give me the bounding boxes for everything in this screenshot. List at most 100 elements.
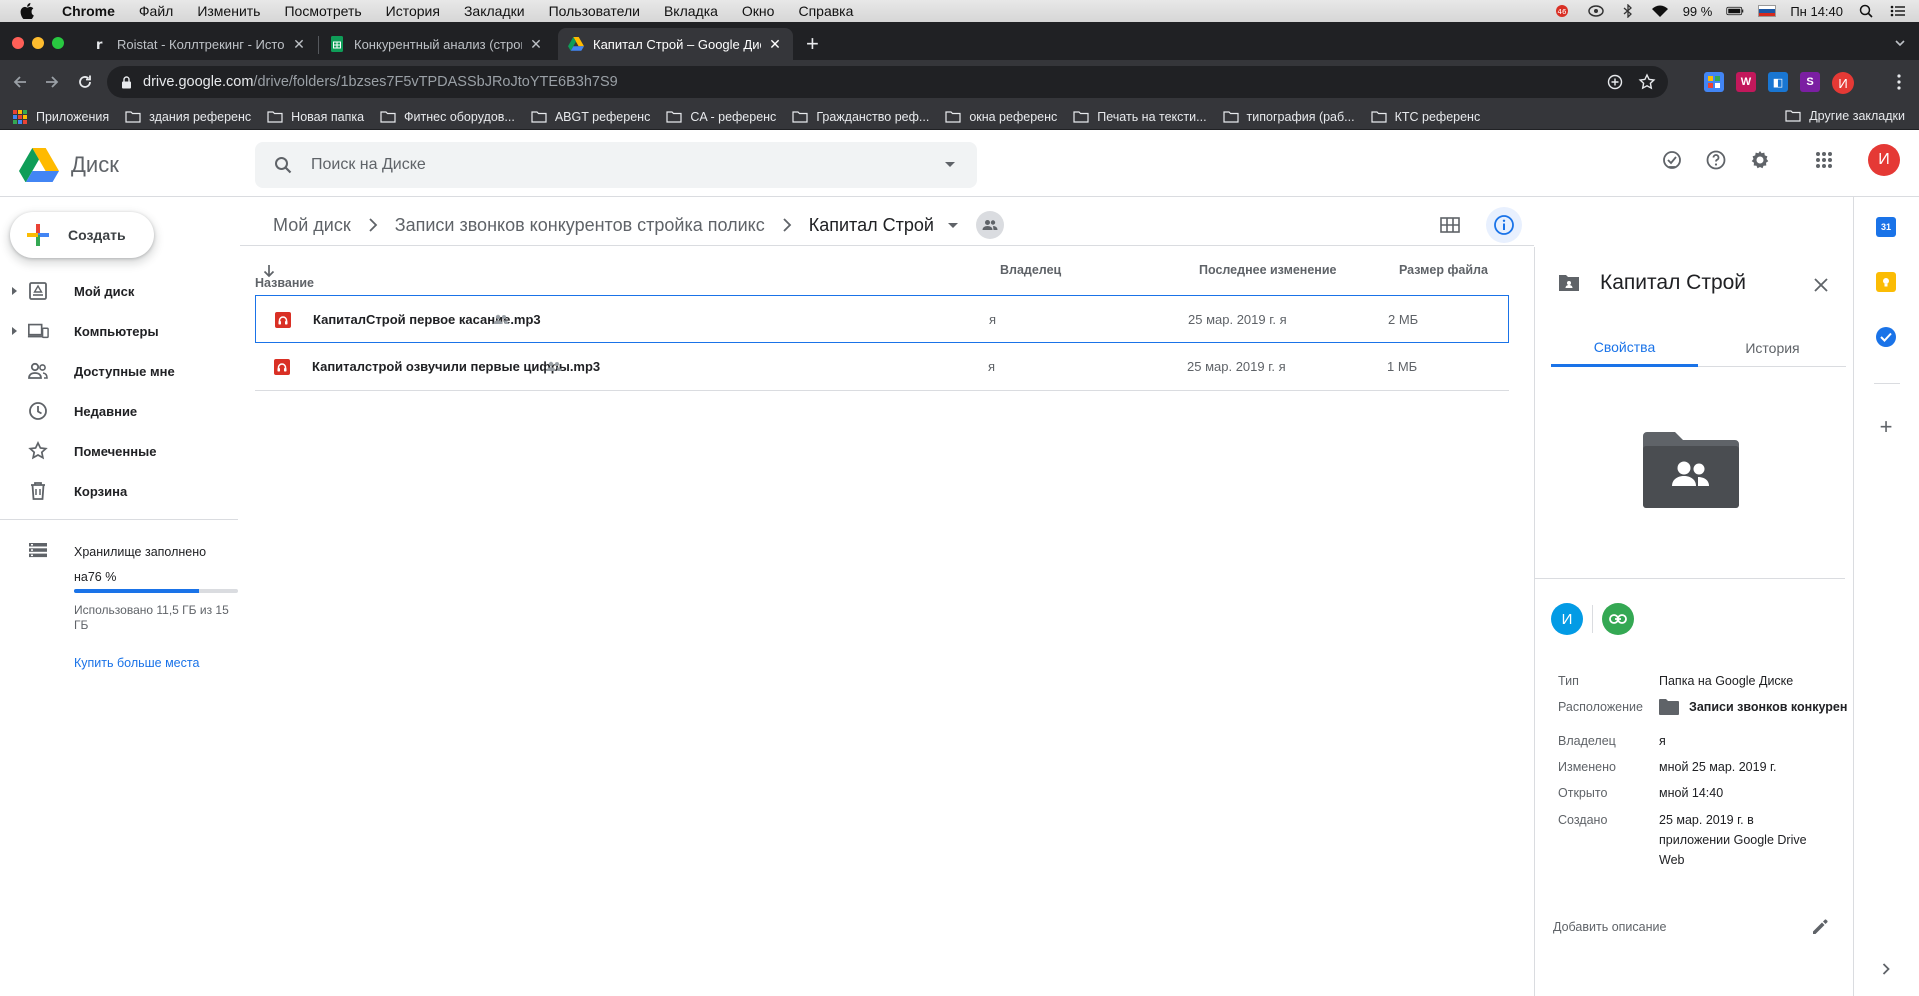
offline-ready-icon[interactable] (1660, 148, 1684, 172)
lock-icon[interactable] (119, 75, 133, 89)
extension-4-icon[interactable]: S (1800, 72, 1820, 92)
chevron-right-icon[interactable] (1878, 961, 1894, 977)
pencil-edit-icon[interactable] (1809, 916, 1831, 938)
keep-icon[interactable] (1876, 272, 1896, 292)
expand-arrow-icon[interactable] (12, 327, 17, 335)
notification-icon[interactable]: 46 (1555, 4, 1573, 18)
column-last-modified[interactable]: Последнее изменение (1199, 263, 1336, 277)
shared-folder-badge-icon[interactable] (975, 211, 1004, 239)
nav-computers[interactable]: Компьютеры (0, 311, 240, 351)
bookmark-folder[interactable]: здания референс (125, 110, 251, 124)
browser-tab-competitive-analysis[interactable]: Конкурентный анализ (строи ✕ (319, 28, 554, 60)
bookmark-folder[interactable]: типография (раб... (1222, 110, 1355, 124)
column-name[interactable]: Название (255, 263, 314, 290)
russian-flag-icon[interactable] (1758, 5, 1777, 17)
bookmark-folder[interactable]: Печать на тексти... (1073, 110, 1207, 124)
mac-menu-bookmarks[interactable]: Закладки (452, 0, 537, 22)
nav-shared-with-me[interactable]: Доступные мне (0, 351, 240, 391)
search-icon[interactable] (271, 153, 295, 177)
notification-center-icon[interactable] (1889, 4, 1907, 18)
breadcrumb-parent-folder[interactable]: Записи звонков конкурентов стройка полик… (387, 215, 773, 236)
account-avatar[interactable]: И (1868, 144, 1900, 176)
extension-3-icon[interactable]: ◧ (1768, 72, 1788, 92)
view-details-info-icon[interactable] (1486, 207, 1522, 243)
prop-location-value[interactable]: Записи звонков конкурен (1659, 697, 1849, 717)
tab-search-icon[interactable] (1893, 36, 1909, 52)
nav-starred[interactable]: Помеченные (0, 431, 240, 471)
apple-icon[interactable] (18, 2, 36, 20)
table-row[interactable]: Капиталстрой озвучили первые цифры.mp3 я… (255, 343, 1509, 391)
chrome-profile-avatar[interactable]: И (1832, 72, 1854, 94)
bookmark-folder[interactable]: КТС референс (1370, 110, 1480, 124)
mac-menu-edit[interactable]: Изменить (185, 0, 272, 22)
mac-menu-help[interactable]: Справка (786, 0, 865, 22)
close-tab-icon[interactable]: ✕ (291, 36, 307, 53)
extension-2-icon[interactable]: W (1736, 72, 1756, 92)
new-tab-button[interactable]: + (806, 32, 819, 56)
tasks-icon[interactable] (1876, 327, 1896, 347)
buy-storage-link[interactable]: Купить больше места (74, 656, 199, 670)
mac-menu-history[interactable]: История (374, 0, 452, 22)
browser-tab-roistat[interactable]: r Roistat - Коллтрекинг - Истор ✕ (82, 28, 317, 60)
creative-cloud-icon[interactable] (1587, 4, 1605, 18)
search-options-icon[interactable] (945, 162, 955, 167)
clock[interactable]: Пн 14:40 (1790, 4, 1843, 19)
nav-recent[interactable]: Недавние (0, 391, 240, 431)
column-file-size[interactable]: Размер файла (1399, 263, 1488, 277)
breadcrumb-my-drive[interactable]: Мой диск (265, 215, 359, 236)
search-input[interactable]: Поиск на Диске (311, 156, 426, 174)
link-sharing-icon[interactable] (1602, 603, 1634, 635)
mac-app-name[interactable]: Chrome (50, 0, 127, 22)
owner-avatar[interactable]: И (1551, 603, 1583, 635)
grid-view-icon[interactable] (1432, 207, 1468, 243)
mac-menu-window[interactable]: Окно (730, 0, 787, 22)
reload-button[interactable] (73, 70, 97, 94)
browser-tab-drive-active[interactable]: Капитал Строй – Google Диск ✕ (558, 28, 793, 60)
drive-logo[interactable]: Диск (19, 148, 119, 182)
bookmark-apps[interactable]: Приложения (13, 109, 109, 124)
drive-search-bar[interactable]: Поиск на Диске (255, 142, 977, 188)
bookmark-star-icon[interactable] (1638, 73, 1656, 96)
mac-menu-users[interactable]: Пользователи (537, 0, 652, 22)
help-icon[interactable] (1704, 148, 1728, 172)
bookmark-folder[interactable]: CA - референс (666, 110, 776, 124)
bookmark-folder[interactable]: окна референс (945, 110, 1057, 124)
calendar-icon[interactable]: 31 (1876, 217, 1896, 237)
maximize-window-button[interactable] (52, 37, 64, 49)
wifi-icon[interactable] (1651, 4, 1669, 18)
spotlight-search-icon[interactable] (1857, 4, 1875, 18)
add-addon-icon[interactable]: + (1876, 416, 1896, 438)
tab-history[interactable]: История (1699, 329, 1846, 367)
add-description-field[interactable]: Добавить описание (1553, 920, 1666, 934)
bookmark-folder[interactable]: ABGT референс (531, 110, 650, 124)
close-window-button[interactable] (12, 37, 24, 49)
nav-my-drive[interactable]: Мой диск (0, 271, 240, 311)
forward-button[interactable] (40, 70, 64, 94)
back-button[interactable] (8, 70, 32, 94)
close-tab-icon[interactable]: ✕ (767, 36, 783, 53)
bookmark-folder[interactable]: Фитнес оборудов... (380, 110, 515, 124)
mac-menu-file[interactable]: Файл (127, 0, 185, 22)
tab-properties[interactable]: Свойства (1551, 329, 1698, 367)
breadcrumb-current-folder[interactable]: Капитал Строй (801, 215, 942, 236)
chrome-menu-icon[interactable] (1889, 72, 1909, 92)
bookmark-folder[interactable]: Гражданство реф... (792, 110, 929, 124)
mac-menu-view[interactable]: Посмотреть (272, 0, 373, 22)
extension-1-icon[interactable] (1704, 72, 1724, 92)
battery-icon[interactable] (1726, 4, 1744, 18)
table-row[interactable]: КапиталСтрой первое касание.mp3 я 25 мар… (255, 295, 1509, 343)
minimize-window-button[interactable] (32, 37, 44, 49)
close-icon[interactable] (1811, 275, 1831, 295)
bluetooth-icon[interactable] (1619, 4, 1637, 18)
column-owner[interactable]: Владелец (1000, 263, 1061, 277)
google-apps-icon[interactable] (1812, 148, 1836, 172)
create-button[interactable]: Создать (10, 212, 154, 258)
install-app-icon[interactable] (1606, 73, 1624, 96)
nav-trash[interactable]: Корзина (0, 471, 240, 511)
address-bar[interactable]: drive.google.com/drive/folders/1bzses7F5… (107, 66, 1668, 98)
expand-arrow-icon[interactable] (12, 287, 17, 295)
other-bookmarks[interactable]: Другие закладки (1785, 109, 1905, 123)
folder-menu-dropdown-icon[interactable] (947, 222, 958, 228)
mac-menu-tab[interactable]: Вкладка (652, 0, 730, 22)
close-tab-icon[interactable]: ✕ (528, 36, 544, 53)
